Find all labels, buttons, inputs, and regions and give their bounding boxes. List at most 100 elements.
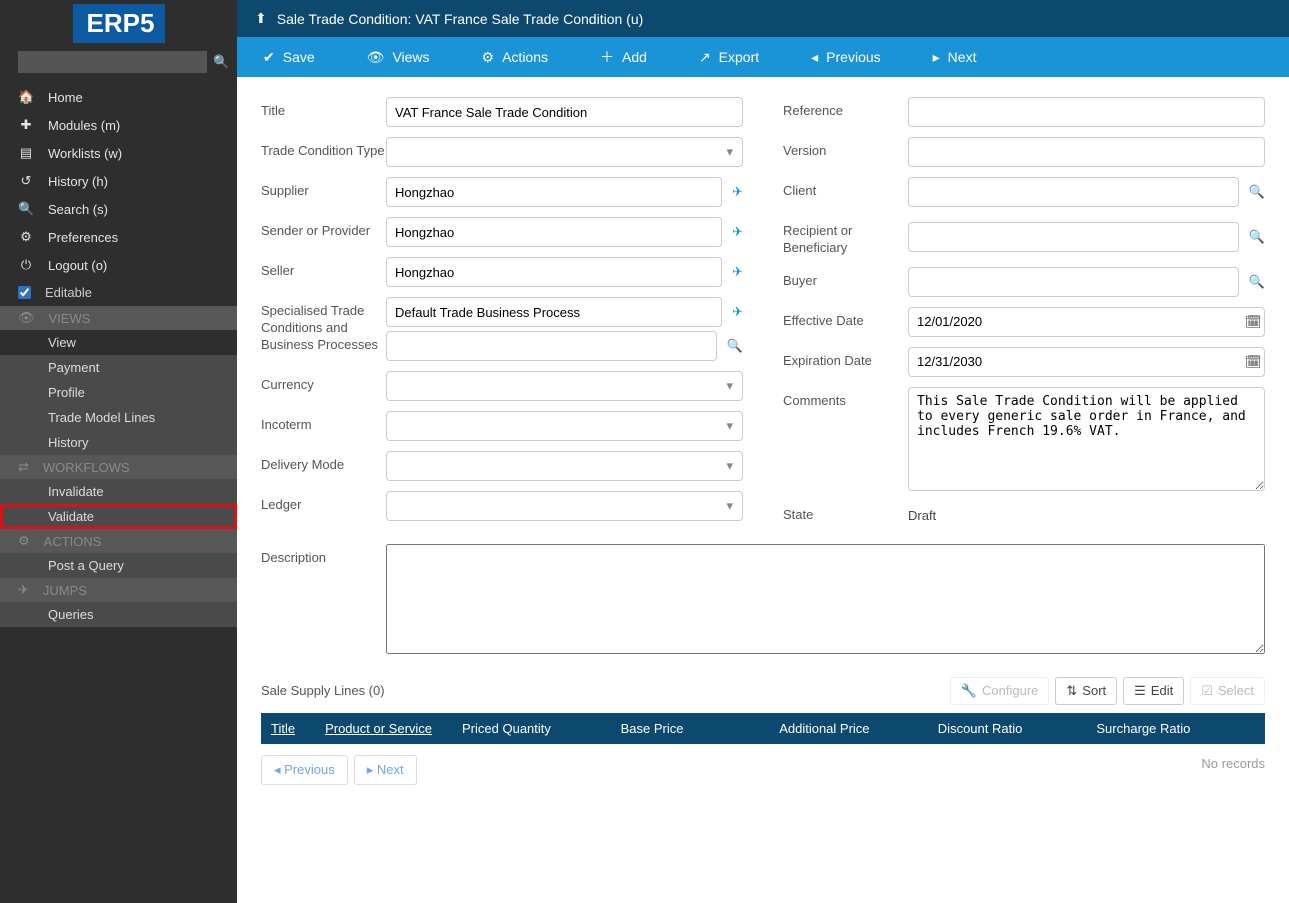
expdate-input[interactable] bbox=[908, 347, 1265, 377]
spec-input-2[interactable] bbox=[386, 331, 717, 361]
effdate-input[interactable] bbox=[908, 307, 1265, 337]
eye-icon: 👁 bbox=[18, 310, 35, 326]
caret-right-icon: ▸ bbox=[933, 49, 940, 66]
up-icon[interactable]: ⬆ bbox=[255, 10, 267, 27]
th-pqty: Priced Quantity bbox=[462, 721, 621, 736]
spec-input-1[interactable] bbox=[386, 297, 722, 327]
label-buyer: Buyer bbox=[783, 267, 908, 297]
share-icon: ↗ bbox=[699, 49, 711, 66]
tctype-select[interactable] bbox=[386, 137, 743, 167]
workflows-header: ⇄WORKFLOWS bbox=[0, 455, 237, 479]
label-seller: Seller bbox=[261, 257, 386, 287]
power-icon: ⏻ bbox=[18, 257, 34, 273]
main: ⬆ Sale Trade Condition: VAT France Sale … bbox=[237, 0, 1289, 903]
label-ledger: Ledger bbox=[261, 491, 386, 521]
wrench-icon: 🔧 bbox=[961, 683, 977, 699]
th-addl: Additional Price bbox=[779, 721, 938, 736]
sort-icon: ⇅ bbox=[1066, 683, 1077, 699]
search-icon[interactable]: 🔍 bbox=[727, 338, 743, 354]
actions-header: ⚙ACTIONS bbox=[0, 529, 237, 553]
actions-button[interactable]: ⚙Actions bbox=[456, 37, 574, 77]
label-recipient: Recipient or Beneficiary bbox=[783, 217, 908, 257]
currency-select[interactable] bbox=[386, 371, 743, 401]
label-comments: Comments bbox=[783, 387, 908, 491]
nav-search[interactable]: 🔍Search (s) bbox=[0, 195, 237, 223]
pager-previous[interactable]: ◂ Previous bbox=[261, 755, 348, 785]
supplier-input[interactable] bbox=[386, 177, 722, 207]
previous-button[interactable]: ◂Previous bbox=[785, 37, 907, 77]
nav-history[interactable]: ↺History (h) bbox=[0, 167, 237, 195]
title-input[interactable] bbox=[386, 97, 743, 127]
label-currency: Currency bbox=[261, 371, 386, 401]
calendar-icon[interactable]: 🗓 bbox=[1245, 314, 1262, 330]
workflow-invalidate[interactable]: Invalidate bbox=[0, 479, 237, 504]
nav-home[interactable]: 🏠Home bbox=[0, 83, 237, 111]
th-surch: Surcharge Ratio bbox=[1096, 721, 1255, 736]
nav-preferences[interactable]: ⚙Preferences bbox=[0, 223, 237, 251]
incoterm-select[interactable] bbox=[386, 411, 743, 441]
sort-button[interactable]: ⇅Sort bbox=[1055, 677, 1117, 705]
label-spec: Specialised Trade Conditions and Busines… bbox=[261, 297, 386, 361]
th-title[interactable]: Title bbox=[271, 721, 295, 736]
calendar-icon[interactable]: 🗓 bbox=[1245, 354, 1262, 370]
nav-modules[interactable]: ✚Modules (m) bbox=[0, 111, 237, 139]
breadcrumb-text: Sale Trade Condition: VAT France Sale Tr… bbox=[277, 11, 644, 27]
view-trade-model-lines[interactable]: Trade Model Lines bbox=[0, 405, 237, 430]
export-button[interactable]: ↗Export bbox=[673, 37, 785, 77]
jump-queries[interactable]: Queries bbox=[0, 602, 237, 627]
workflow-validate[interactable]: Validate bbox=[0, 504, 237, 529]
view-view[interactable]: View bbox=[0, 330, 237, 355]
pager-next[interactable]: ▸ Next bbox=[354, 755, 417, 785]
next-button[interactable]: ▸Next bbox=[907, 37, 1003, 77]
views-button[interactable]: 👁Views bbox=[341, 37, 456, 77]
sidebar: ERP5 🔍 🏠Home ✚Modules (m) ▤Worklists (w)… bbox=[0, 0, 237, 903]
seller-input[interactable] bbox=[386, 257, 722, 287]
breadcrumb: ⬆ Sale Trade Condition: VAT France Sale … bbox=[237, 0, 1289, 37]
search-icon[interactable]: 🔍 bbox=[1249, 184, 1265, 200]
nav-logout[interactable]: ⏻Logout (o) bbox=[0, 251, 237, 279]
view-payment[interactable]: Payment bbox=[0, 355, 237, 380]
label-state: State bbox=[783, 501, 908, 524]
reference-input[interactable] bbox=[908, 97, 1265, 127]
logo: ERP5 bbox=[73, 4, 165, 43]
sliders-icon: ⚙ bbox=[18, 229, 34, 245]
client-input[interactable] bbox=[908, 177, 1239, 207]
check-icon: ✔ bbox=[263, 49, 275, 66]
action-post-query[interactable]: Post a Query bbox=[0, 553, 237, 578]
buyer-input[interactable] bbox=[908, 267, 1239, 297]
add-button[interactable]: ＋Add bbox=[574, 37, 673, 77]
th-product[interactable]: Product or Service bbox=[325, 721, 432, 736]
editable-checkbox[interactable] bbox=[18, 286, 31, 299]
search-icon[interactable]: 🔍 bbox=[213, 54, 229, 70]
nav-editable[interactable]: Editable bbox=[0, 279, 237, 306]
label-delivery: Delivery Mode bbox=[261, 451, 386, 481]
view-profile[interactable]: Profile bbox=[0, 380, 237, 405]
edit-button[interactable]: ☰Edit bbox=[1123, 677, 1184, 705]
comments-textarea[interactable]: This Sale Trade Condition will be applie… bbox=[908, 387, 1265, 491]
label-tctype: Trade Condition Type bbox=[261, 137, 386, 167]
shuffle-icon: ⇄ bbox=[18, 459, 29, 475]
save-button[interactable]: ✔Save bbox=[237, 37, 341, 77]
plane-icon[interactable]: ✈ bbox=[732, 224, 743, 240]
sidebar-search-input[interactable] bbox=[18, 51, 207, 73]
recipient-input[interactable] bbox=[908, 222, 1239, 252]
delivery-select[interactable] bbox=[386, 451, 743, 481]
check-icon: ☑ bbox=[1201, 683, 1213, 699]
label-client: Client bbox=[783, 177, 908, 207]
version-input[interactable] bbox=[908, 137, 1265, 167]
nav-worklists[interactable]: ▤Worklists (w) bbox=[0, 139, 237, 167]
description-textarea[interactable] bbox=[386, 544, 1265, 654]
ledger-select[interactable] bbox=[386, 491, 743, 521]
list-icon: ☰ bbox=[1134, 683, 1146, 699]
plane-icon[interactable]: ✈ bbox=[732, 304, 743, 320]
search-icon[interactable]: 🔍 bbox=[1249, 229, 1265, 245]
label-incoterm: Incoterm bbox=[261, 411, 386, 441]
plane-icon[interactable]: ✈ bbox=[732, 264, 743, 280]
search-icon[interactable]: 🔍 bbox=[1249, 274, 1265, 290]
label-title: Title bbox=[261, 97, 386, 127]
sender-input[interactable] bbox=[386, 217, 722, 247]
plane-icon[interactable]: ✈ bbox=[732, 184, 743, 200]
list-icon: ▤ bbox=[18, 145, 34, 161]
history-icon: ↺ bbox=[18, 173, 34, 189]
view-history[interactable]: History bbox=[0, 430, 237, 455]
